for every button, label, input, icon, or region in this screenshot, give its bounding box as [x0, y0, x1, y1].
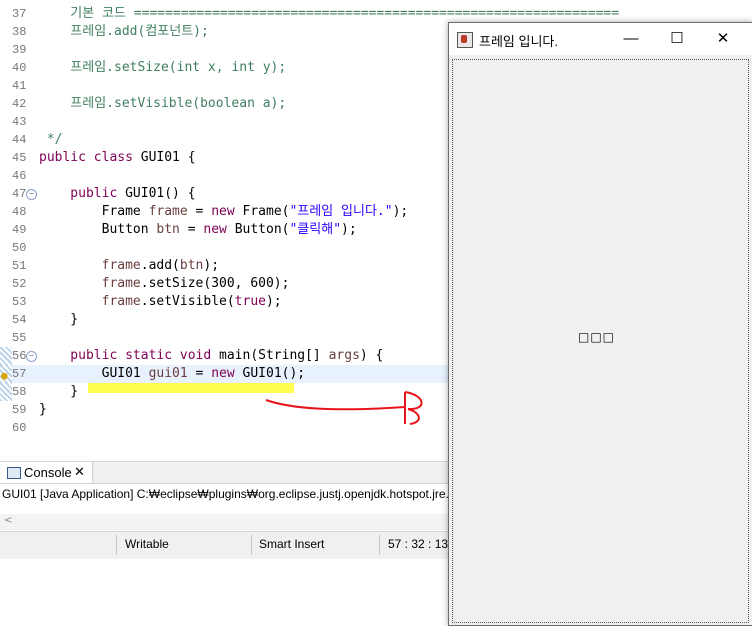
window-title-bar[interactable]: 프레임 입니다. — ☐ ✕: [449, 23, 752, 55]
close-icon[interactable]: ✕: [74, 464, 85, 480]
frame-window[interactable]: 프레임 입니다. — ☐ ✕ □□□: [448, 22, 752, 626]
tab-console[interactable]: Console ✕: [0, 462, 93, 484]
frame-button[interactable]: □□□: [453, 60, 748, 622]
window-title: 프레임 입니다.: [479, 34, 558, 49]
frame-content-area: □□□: [452, 59, 749, 623]
console-icon: [7, 467, 21, 479]
status-divider: [379, 535, 380, 555]
status-insert-mode[interactable]: Smart Insert: [259, 537, 324, 551]
status-divider: [251, 535, 252, 555]
frame-button-label: □□□: [578, 330, 616, 344]
console-tab-label: Console: [24, 465, 72, 480]
close-button[interactable]: ✕: [700, 23, 746, 55]
status-cursor-position[interactable]: 57 : 32 : 13: [388, 537, 448, 551]
status-divider: [116, 535, 117, 555]
minimize-button[interactable]: —: [608, 23, 654, 55]
java-app-icon: [457, 32, 473, 48]
maximize-button[interactable]: ☐: [654, 23, 700, 55]
status-write-mode: Writable: [125, 537, 169, 551]
console-process-description: GUI01 [Java Application] C:₩eclipse₩plug…: [2, 487, 459, 501]
scroll-left-icon[interactable]: <: [4, 515, 12, 526]
